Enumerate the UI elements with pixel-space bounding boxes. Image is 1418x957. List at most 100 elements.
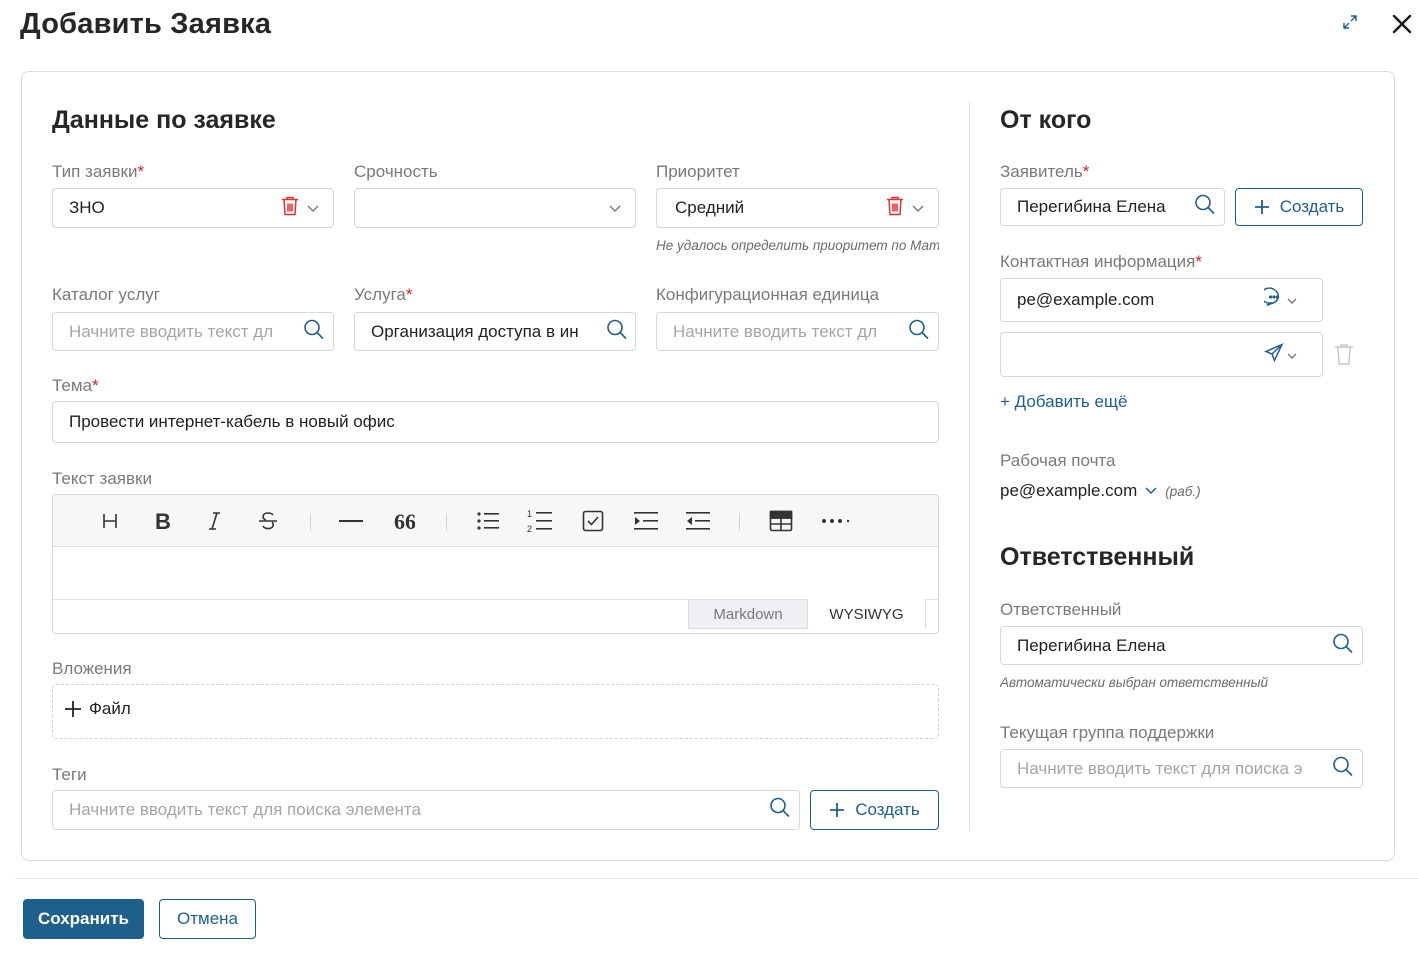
column-divider (969, 102, 970, 831)
contact-label: Контактная информация* (1000, 252, 1202, 271)
catalog-label: Каталог услуг (52, 285, 160, 304)
chevron-down-icon[interactable] (912, 198, 924, 218)
chevron-down-icon[interactable] (1287, 290, 1297, 310)
create-applicant-label: Создать (1279, 197, 1345, 216)
save-button[interactable]: Сохранить (23, 899, 144, 939)
plus-icon (65, 701, 81, 717)
config-item-label: Конфигурационная единица (656, 285, 880, 304)
plus-icon (1254, 200, 1269, 214)
more-icon[interactable] (821, 495, 851, 547)
heading-icon[interactable] (95, 495, 125, 547)
trash-icon[interactable] (885, 195, 905, 222)
config-item-input[interactable]: Начните вводить текст дл (656, 312, 939, 351)
priority-hint: Не удалось определить приоритет по Матр (656, 238, 939, 253)
work-email-row: pe@example.com (раб.) (1000, 481, 1201, 501)
priority-label: Приоритет (656, 162, 740, 181)
subject-label: Тема* (52, 376, 99, 395)
tags-placeholder: Начните вводить текст для поиска элемент… (69, 800, 421, 819)
bold-icon[interactable]: B (148, 495, 178, 547)
section-title-responsible: Ответственный (1000, 543, 1195, 571)
subject-value: Провести интернет-кабель в новый офис (69, 412, 395, 431)
attachments-label: Вложения (52, 659, 132, 678)
search-icon[interactable] (303, 318, 325, 345)
priority-select[interactable]: Средний (656, 188, 939, 228)
send-icon[interactable] (1264, 342, 1284, 367)
quote-icon[interactable]: 66 (389, 495, 419, 547)
contact-input-email[interactable]: pe@example.com (1000, 278, 1323, 322)
tags-input[interactable]: Начните вводить текст для поиска элемент… (52, 790, 800, 830)
urgency-label: Срочность (354, 162, 438, 181)
priority-value: Средний (675, 198, 745, 217)
add-more-contact-link[interactable]: + Добавить ещё (1000, 392, 1127, 412)
work-email-label: Рабочая почта (1000, 451, 1116, 470)
add-file-button[interactable]: Файл (63, 699, 131, 719)
request-type-label: Тип заявки* (52, 162, 145, 181)
urgency-select[interactable] (354, 188, 636, 228)
search-icon[interactable] (1332, 632, 1354, 659)
service-value: Организация доступа в ин (371, 321, 579, 341)
service-label: Услуга* (354, 285, 413, 304)
trash-icon[interactable] (1333, 342, 1355, 366)
cancel-button[interactable]: Отмена (159, 899, 256, 939)
chat-icon[interactable] (1260, 287, 1284, 313)
support-group-input[interactable]: Начните вводить текст для поиска э (1000, 749, 1363, 788)
svg-text:66: 66 (394, 511, 415, 531)
applicant-input[interactable]: Перегибина Елена (1000, 188, 1225, 226)
contact-value-1: pe@example.com (1017, 290, 1155, 309)
editor-toolbar: B 66 12 (53, 495, 938, 547)
create-applicant-button[interactable]: Создать (1235, 188, 1363, 226)
applicant-label: Заявитель* (1000, 162, 1090, 181)
search-icon[interactable] (1194, 194, 1216, 221)
search-icon[interactable] (908, 318, 930, 345)
responsible-value: Перегибина Елена (1017, 635, 1166, 655)
trash-icon[interactable] (280, 195, 300, 222)
responsible-hint: Автоматически выбран ответственный (1000, 675, 1269, 690)
create-tag-button[interactable]: Создать (810, 790, 939, 830)
chevron-down-icon[interactable] (307, 198, 319, 218)
strikethrough-icon[interactable] (253, 495, 283, 547)
search-icon[interactable] (769, 797, 791, 824)
wysiwyg-tab[interactable]: WYSIWYG (808, 599, 926, 629)
responsible-input[interactable]: Перегибина Елена (1000, 626, 1363, 665)
tags-label: Теги (52, 765, 87, 784)
outdent-icon[interactable] (683, 495, 713, 547)
contact-input-second[interactable] (1000, 332, 1323, 377)
service-input[interactable]: Организация доступа в ин (354, 312, 636, 351)
section-title-request-data: Данные по заявке (52, 106, 276, 134)
close-icon[interactable] (1390, 12, 1414, 36)
chevron-down-icon[interactable] (609, 198, 621, 218)
support-group-placeholder: Начните вводить текст для поиска э (1017, 758, 1303, 778)
body-text-label: Текст заявки (52, 469, 152, 488)
markdown-tab[interactable]: Markdown (688, 599, 808, 629)
catalog-placeholder: Начните вводить текст дл (69, 321, 274, 341)
text-editor: B 66 12 Markdown WYSIWYG (52, 494, 939, 634)
plus-icon (830, 803, 845, 817)
svg-text:2: 2 (527, 524, 532, 534)
expand-icon[interactable] (1340, 12, 1360, 32)
attachments-dropzone[interactable]: Файл (52, 684, 939, 739)
italic-icon[interactable] (199, 495, 229, 547)
numbered-list-icon[interactable]: 12 (525, 495, 555, 547)
svg-text:B: B (155, 510, 171, 532)
search-icon[interactable] (1332, 755, 1354, 782)
create-tag-label: Создать (855, 800, 920, 819)
chevron-down-icon[interactable] (1287, 345, 1297, 365)
horizontal-rule-icon[interactable] (336, 495, 366, 547)
catalog-input[interactable]: Начните вводить текст дл (52, 312, 334, 351)
request-type-value: ЗНО (69, 198, 105, 217)
footer-divider (15, 878, 1418, 879)
editor-content[interactable] (53, 547, 938, 599)
svg-text:1: 1 (527, 509, 532, 519)
indent-icon[interactable] (631, 495, 661, 547)
subject-input[interactable]: Провести интернет-кабель в новый офис (52, 401, 939, 443)
checklist-icon[interactable] (578, 495, 608, 547)
table-icon[interactable] (766, 495, 796, 547)
dialog-title: Добавить Заявка (20, 8, 272, 40)
chevron-down-icon[interactable] (1145, 482, 1157, 500)
request-type-select[interactable]: ЗНО (52, 188, 334, 228)
bullet-list-icon[interactable] (473, 495, 503, 547)
section-title-from: От кого (1000, 106, 1092, 134)
support-group-label: Текущая группа поддержки (1000, 723, 1215, 742)
responsible-label: Ответственный (1000, 600, 1122, 619)
search-icon[interactable] (606, 318, 628, 345)
